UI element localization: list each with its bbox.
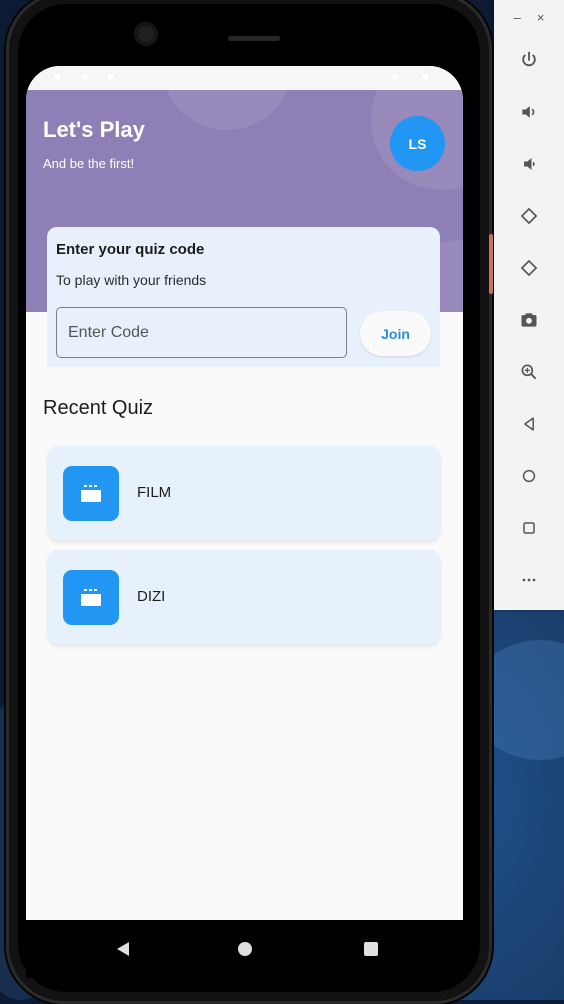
page-title: Let's Play <box>43 117 145 142</box>
front-camera <box>134 22 158 46</box>
recent-quiz-heading: Recent Quiz <box>43 397 154 419</box>
volume-down-button[interactable] <box>494 138 564 190</box>
power-button[interactable] <box>494 34 564 86</box>
rotate-right-icon <box>520 259 538 277</box>
close-button[interactable]: × <box>537 10 545 25</box>
screenshot-button[interactable] <box>494 294 564 346</box>
rotate-left-icon <box>520 207 538 225</box>
volume-down-icon <box>524 158 535 170</box>
quiz-icon-box <box>63 570 119 625</box>
avatar[interactable]: LS <box>390 116 445 171</box>
quiz-icon-box <box>63 466 119 521</box>
quiz-code-card: Enter your quiz code To play with your f… <box>47 227 440 367</box>
quiz-code-subtitle: To play with your friends <box>56 272 207 288</box>
camera-icon <box>521 313 537 327</box>
quiz-item-label: DIZI <box>137 588 166 605</box>
minimize-button[interactable]: – <box>514 10 521 25</box>
battery-icon <box>422 74 428 80</box>
more-icon <box>522 578 536 582</box>
status-icon <box>82 74 88 80</box>
quiz-item-dizi[interactable]: DIZI <box>48 550 440 644</box>
home-icon[interactable] <box>236 940 254 958</box>
zoom-icon <box>521 364 537 380</box>
earpiece-speaker <box>228 36 280 41</box>
back-icon <box>524 417 534 431</box>
home-icon <box>522 469 536 483</box>
movie-clapper-icon <box>81 484 101 502</box>
volume-up-icon <box>522 106 535 118</box>
rotate-left-button[interactable] <box>494 190 564 242</box>
window-controls: – × <box>494 0 564 34</box>
quiz-code-title: Enter your quiz code <box>56 241 205 258</box>
back-button[interactable] <box>494 398 564 450</box>
decorative-bubble <box>162 90 292 130</box>
app-screen: Let's Play And be the first! LS Enter yo… <box>26 66 463 928</box>
power-side-button[interactable] <box>489 234 493 294</box>
join-button[interactable]: Join <box>360 311 431 356</box>
movie-clapper-icon <box>81 588 101 606</box>
zoom-button[interactable] <box>494 346 564 398</box>
volume-up-button[interactable] <box>494 86 564 138</box>
status-bar <box>26 66 463 90</box>
overview-icon <box>523 522 535 534</box>
more-button[interactable] <box>494 554 564 606</box>
emulator-toolbar: – × <box>494 0 564 610</box>
quiz-item-label: FILM <box>137 484 172 501</box>
back-icon[interactable] <box>114 940 132 958</box>
rotate-right-button[interactable] <box>494 242 564 294</box>
status-icon <box>108 74 114 80</box>
home-button[interactable] <box>494 450 564 502</box>
recents-icon[interactable] <box>362 940 380 958</box>
status-icon <box>54 74 60 80</box>
wifi-icon <box>392 74 398 80</box>
overview-button[interactable] <box>494 502 564 554</box>
android-nav-bar <box>26 920 463 978</box>
power-icon <box>522 51 536 67</box>
quiz-code-input[interactable] <box>56 307 347 358</box>
quiz-item-film[interactable]: FILM <box>48 446 440 540</box>
page-subtitle: And be the first! <box>43 156 135 171</box>
